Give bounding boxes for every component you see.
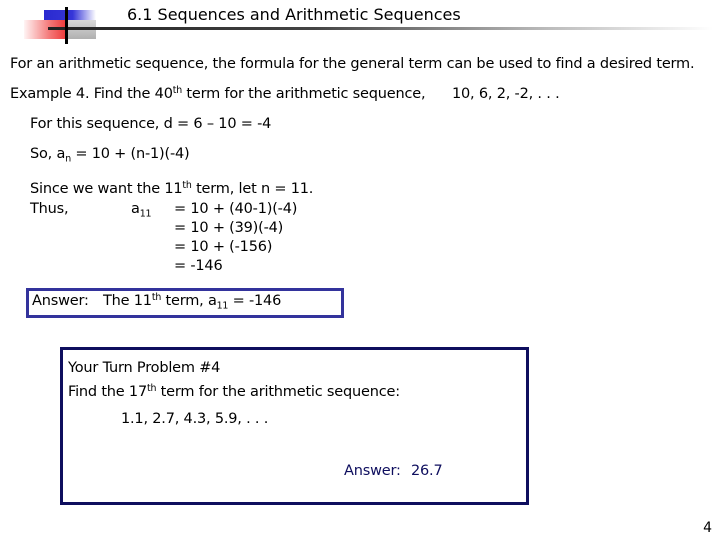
your-turn-sequence: 1.1, 2.7, 4.3, 5.9, . . . xyxy=(121,411,269,427)
title-underline-rule xyxy=(48,27,713,30)
formula-prefix: So, a xyxy=(30,146,66,162)
since-suffix: term, let n = 11. xyxy=(191,181,314,197)
intro-text: For an arithmetic sequence, the formula … xyxy=(10,56,695,72)
example-sup: th xyxy=(172,84,182,96)
answer-text-sub: 11 xyxy=(216,300,229,312)
answer-label: Answer: xyxy=(32,293,89,309)
general-term-formula: So, an = 10 + (n-1)(-4) xyxy=(30,146,190,164)
answer-text-mid: term, a xyxy=(161,293,217,309)
prompt-sup: th xyxy=(146,382,157,394)
prompt-prefix: Find the 17 xyxy=(68,384,147,400)
example-statement: Example 4. Find the 40th term for the ar… xyxy=(10,84,426,102)
a11-label: a11 xyxy=(131,201,152,220)
since-prefix: Since we want the 11 xyxy=(30,181,183,197)
answer-text: The 11th term, a11 = -146 xyxy=(103,291,282,312)
example-suffix: term for the arithmetic sequence, xyxy=(181,86,426,102)
your-turn-prompt: Find the 17th term for the arithmetic se… xyxy=(68,384,400,400)
common-difference-line: For this sequence, d = 6 – 10 = -4 xyxy=(30,116,272,132)
since-sup: th xyxy=(182,179,192,191)
title-decoration-vertical-line xyxy=(65,7,68,44)
work-step-2: = 10 + (39)(-4) xyxy=(174,220,284,236)
work-step-3: = 10 + (-156) xyxy=(174,239,273,255)
formula-suffix: = 10 + (n-1)(-4) xyxy=(70,146,190,162)
thus-label: Thus, xyxy=(30,201,69,217)
page-number: 4 xyxy=(703,520,712,536)
example-sequence: 10, 6, 2, -2, . . . xyxy=(452,86,560,102)
prompt-suffix: term for the arithmetic sequence: xyxy=(156,384,400,400)
work-step-1: = 10 + (40-1)(-4) xyxy=(174,201,298,217)
your-turn-heading: Your Turn Problem #4 xyxy=(68,360,221,376)
slide-title: 6.1 Sequences and Arithmetic Sequences xyxy=(127,5,461,24)
answer-text-suffix: = -146 xyxy=(228,293,282,309)
your-turn-answer-value: 26.7 xyxy=(411,463,443,479)
answer-text-prefix: The 11 xyxy=(103,293,152,309)
work-step-4: = -146 xyxy=(174,258,223,274)
title-decoration-blue-bar xyxy=(44,10,96,20)
your-turn-answer-label: Answer: xyxy=(344,463,401,479)
example-prefix: Example 4. Find the 40 xyxy=(10,86,173,102)
answer-text-sup: th xyxy=(151,291,162,303)
a-label: a xyxy=(131,201,140,217)
a-subscript: 11 xyxy=(139,208,152,220)
since-line: Since we want the 11th term, let n = 11. xyxy=(30,181,313,197)
